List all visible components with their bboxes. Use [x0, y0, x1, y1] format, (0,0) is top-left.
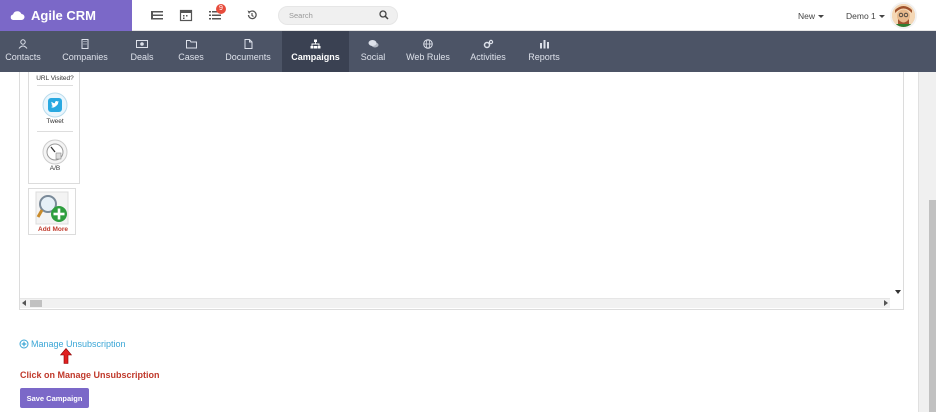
avatar[interactable] [890, 2, 917, 29]
palette-item-label: Tweet [46, 118, 64, 125]
chevron-down-icon [878, 15, 885, 19]
nav-label: Deals [130, 52, 154, 62]
palette-item-url-visited[interactable]: URL Visited? [29, 75, 81, 82]
menu-icon[interactable] [150, 8, 164, 22]
brand-name: Agile CRM [31, 8, 96, 23]
user-icon [18, 39, 28, 49]
search-input[interactable]: Search [278, 6, 398, 25]
main-nav: Contacts Companies Deals Cases Documents… [0, 31, 936, 72]
nav-label: Web Rules [406, 52, 450, 62]
palette-item-label: URL Visited? [36, 75, 74, 82]
canvas-horizontal-scrollbar[interactable] [20, 298, 890, 308]
brand-logo[interactable]: Agile CRM [0, 0, 132, 31]
nav-item-activities[interactable]: Activities [466, 31, 510, 72]
nav-item-companies[interactable]: Companies [58, 31, 112, 72]
search-placeholder: Search [289, 11, 313, 20]
add-more-label: Add More [38, 226, 68, 233]
workflow-canvas[interactable] [19, 72, 904, 310]
instruction-annotation: Click on Manage Unsubscription [20, 370, 160, 380]
bar-chart-icon [539, 40, 549, 49]
search-icon[interactable] [379, 10, 389, 20]
add-more-button[interactable]: Add More [28, 188, 76, 235]
manage-unsubscription-link[interactable]: Manage Unsubscription [19, 339, 126, 349]
nav-label: Activities [470, 52, 506, 62]
nav-item-documents[interactable]: Documents [222, 31, 274, 72]
nav-label: Campaigns [291, 52, 340, 62]
nav-item-web-rules[interactable]: Web Rules [403, 31, 453, 72]
nav-label: Contacts [5, 52, 41, 62]
folder-icon [185, 40, 197, 49]
canvas-scroll-down-arrow[interactable] [895, 290, 901, 294]
node-palette: URL Visited? Tweet A/B [28, 72, 80, 184]
history-icon[interactable] [245, 8, 259, 22]
gears-icon [483, 39, 493, 49]
add-node-icon [35, 191, 69, 225]
scroll-left-arrow[interactable] [22, 300, 26, 306]
nav-label: Cases [178, 52, 204, 62]
nav-item-cases[interactable]: Cases [172, 31, 210, 72]
nav-item-social[interactable]: Social [356, 31, 390, 72]
horizontal-scroll-thumb[interactable] [30, 300, 42, 307]
new-label: New [798, 11, 816, 21]
palette-item-label: A/B [49, 165, 61, 172]
nav-item-deals[interactable]: Deals [124, 31, 160, 72]
gauge-icon [42, 139, 68, 165]
nav-label: Social [360, 52, 386, 62]
scroll-right-arrow[interactable] [884, 300, 888, 306]
plus-circle-icon [19, 339, 29, 349]
chevron-down-icon [818, 15, 825, 19]
nav-item-contacts[interactable]: Contacts [0, 31, 46, 72]
palette-item-tweet[interactable]: Tweet [29, 92, 81, 125]
globe-icon [423, 39, 433, 49]
avatar-face-icon [892, 4, 915, 27]
file-icon [244, 39, 252, 49]
comments-icon [368, 40, 378, 48]
twitter-icon [42, 92, 68, 118]
nav-label: Documents [225, 52, 271, 62]
palette-divider [37, 85, 73, 86]
building-icon [81, 39, 89, 49]
nav-item-campaigns[interactable]: Campaigns [282, 31, 349, 72]
arrow-up-icon [60, 348, 72, 364]
save-campaign-button[interactable]: Save Campaign [20, 388, 89, 408]
palette-item-ab[interactable]: A/B [29, 139, 81, 172]
user-label: Demo 1 [846, 11, 876, 21]
nav-label: Reports [528, 52, 560, 62]
nav-label: Companies [62, 52, 108, 62]
page-scrollbar-thumb[interactable] [929, 200, 936, 412]
sitemap-icon [310, 39, 321, 49]
palette-divider [37, 131, 73, 132]
top-bar: Agile CRM 9 Search New Demo 1 [0, 0, 936, 31]
calendar-icon[interactable] [179, 8, 193, 22]
cloud-icon [10, 11, 25, 20]
notification-badge: 9 [216, 4, 226, 14]
manage-unsubscription-label: Manage Unsubscription [31, 339, 126, 349]
new-dropdown[interactable]: New [798, 11, 825, 21]
nav-item-reports[interactable]: Reports [524, 31, 564, 72]
user-dropdown[interactable]: Demo 1 [846, 11, 885, 21]
money-icon [136, 40, 148, 48]
